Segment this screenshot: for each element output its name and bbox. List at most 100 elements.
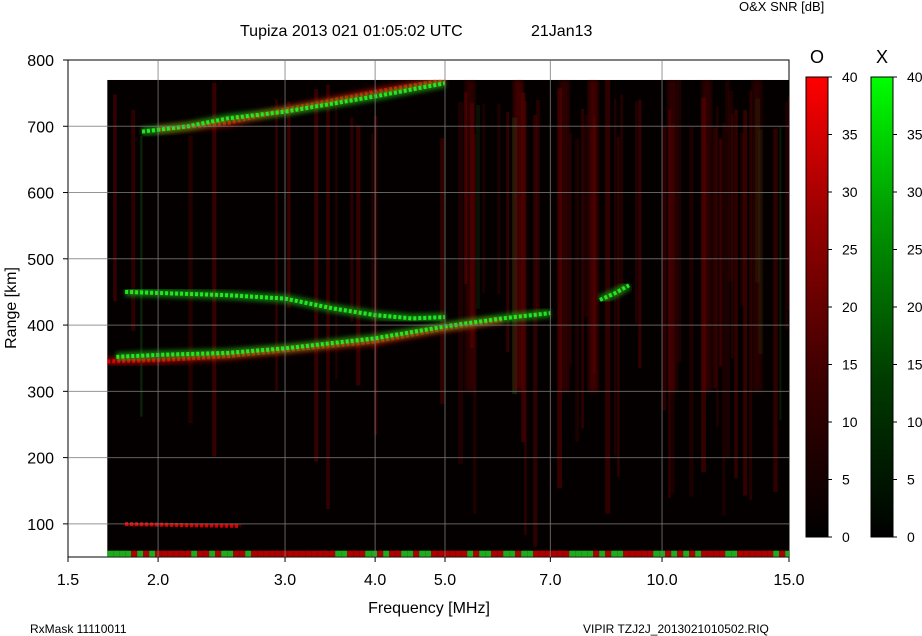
bottom-band-cell: [419, 550, 426, 557]
bottom-band-cell: [497, 550, 504, 557]
bottom-band-cell: [533, 550, 540, 557]
colorbar-title: O&X SNR [dB]: [739, 0, 824, 14]
bottom-band-cell: [233, 550, 240, 557]
bottom-band-cell: [149, 550, 156, 557]
bottom-band-cell: [359, 550, 366, 557]
bottom-band-cell: [599, 550, 606, 557]
colorbar-tick-label: 5: [842, 472, 850, 488]
bottom-band-cell: [401, 550, 408, 557]
bottom-band-cell: [395, 550, 402, 557]
bottom-band-cell: [353, 550, 360, 557]
bottom-band-cell: [257, 550, 264, 557]
noise-stripe: [734, 109, 738, 479]
bottom-band-cell: [785, 550, 789, 557]
bottom-band-cell: [293, 550, 300, 557]
noise-stripe: [140, 136, 143, 417]
bottom-band-cell: [383, 550, 390, 557]
bottom-band-cell: [671, 550, 678, 557]
noise-stripe: [620, 94, 624, 296]
bottom-band-cell: [215, 550, 222, 557]
noise-stripe: [689, 127, 694, 497]
noise-stripe: [584, 115, 588, 317]
colorbar-tick-label: 40: [907, 69, 922, 85]
colorbar-tick-label: 25: [842, 242, 858, 258]
bottom-band-cell: [779, 550, 786, 557]
colorbar-tick-label: 35: [907, 127, 922, 143]
colorbar-x: [870, 76, 894, 538]
bottom-band-cell: [299, 550, 306, 557]
bottom-band-cell: [365, 550, 372, 557]
y-tick-label: 600: [27, 186, 54, 203]
bottom-band-cell: [695, 550, 702, 557]
bottom-band-cell: [635, 550, 642, 557]
bottom-band-cell: [425, 550, 432, 557]
bottom-band-cell: [317, 550, 324, 557]
bottom-band-cell: [323, 550, 330, 557]
noise-stripe: [326, 84, 330, 510]
bottom-band-cell: [335, 550, 342, 557]
bottom-band-cell: [479, 550, 486, 557]
bottom-band-cell: [569, 550, 576, 557]
bottom-band-cell: [407, 550, 414, 557]
bottom-band-cell: [749, 550, 756, 557]
bottom-band-cell: [161, 550, 168, 557]
bottom-band-cell: [515, 550, 522, 557]
noise-stripe: [335, 96, 338, 380]
noise-stripe: [635, 101, 638, 324]
bottom-band-cell: [107, 550, 114, 557]
bottom-band-cell: [311, 550, 318, 557]
bottom-band-cell: [575, 550, 582, 557]
bottom-band-cell: [305, 550, 312, 557]
bottom-band-cell: [473, 550, 480, 557]
bottom-band-cell: [509, 550, 516, 557]
bottom-band: [107, 550, 789, 557]
bottom-band-cell: [167, 550, 174, 557]
bottom-band-cell: [203, 550, 210, 557]
bottom-band-cell: [263, 550, 270, 557]
bottom-band-cell: [191, 550, 198, 557]
colorbars: O 0 5 10 15 20 25 30 35 40 X 0 5 10 15 20 25 30 35 40: [805, 47, 922, 545]
x-tick-label: 15.0: [773, 572, 804, 589]
bottom-band-cell: [551, 550, 558, 557]
colorbar-o: [805, 76, 829, 538]
bottom-band-cell: [137, 550, 144, 557]
bottom-band-cell: [611, 550, 618, 557]
bottom-band-cell: [521, 550, 528, 557]
bottom-band-cell: [725, 550, 732, 557]
colorbar-tick-label: 10: [907, 414, 922, 430]
bottom-band-cell: [221, 550, 228, 557]
bottom-band-cell: [185, 550, 192, 557]
noise-stripe: [677, 79, 682, 363]
noise-stripe: [131, 109, 136, 332]
noise-stripe: [749, 90, 753, 501]
noise-stripe: [779, 127, 782, 421]
noise-stripe: [722, 123, 726, 516]
x-tick-label: 2.0: [147, 572, 169, 589]
bottom-band-cell: [431, 550, 438, 557]
bottom-band-cell: [341, 550, 348, 557]
noise-stripe: [497, 104, 501, 294]
y-axis-label: Range [km]: [3, 267, 20, 349]
noise-stripe: [638, 99, 642, 369]
noise-stripe: [785, 101, 788, 330]
x-axis-ticks: 1.5 2.0 3.0 4.0 5.0 7.0 10.0 15.0: [57, 557, 805, 589]
bottom-band-cell: [767, 550, 774, 557]
noise-stripe: [662, 126, 667, 411]
colorbar-tick-label: 25: [907, 242, 922, 258]
bottom-band-cell: [743, 550, 750, 557]
noise-stripe: [569, 133, 572, 365]
x-tick-label: 5.0: [434, 572, 456, 589]
bottom-band-cell: [113, 550, 120, 557]
bottom-band-cell: [677, 550, 684, 557]
bottom-band-cell: [557, 550, 564, 557]
footer-rxmask: RxMask 11110011: [30, 622, 127, 636]
date-label: 21Jan13: [531, 23, 592, 40]
bottom-band-cell: [287, 550, 294, 557]
bottom-band-cell: [761, 550, 768, 557]
y-tick-label: 200: [27, 451, 54, 468]
bottom-band-cell: [173, 550, 180, 557]
colorbar-tick-label: 35: [842, 127, 858, 143]
noise-stripe: [731, 113, 734, 359]
noise-stripe: [314, 89, 319, 462]
bottom-band-cell: [503, 550, 510, 557]
